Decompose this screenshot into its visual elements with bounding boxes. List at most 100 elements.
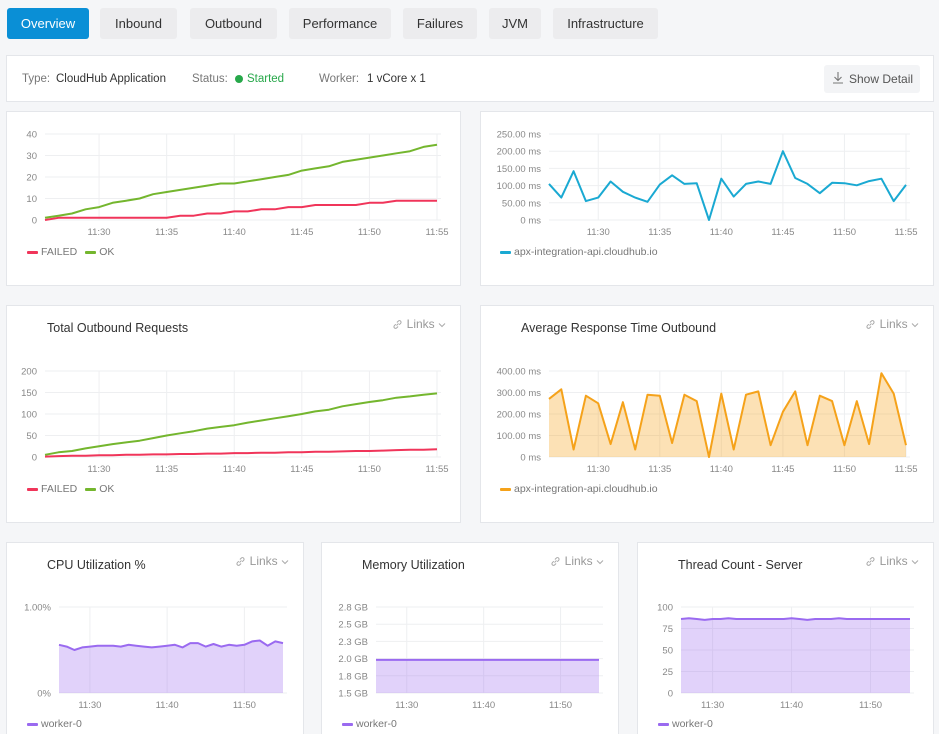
y-tick-label: 2.8 GB xyxy=(338,603,368,614)
legend-swatch xyxy=(658,722,669,726)
y-tick-label: 0 xyxy=(668,689,673,700)
x-tick-label: 11:55 xyxy=(425,227,448,238)
legend-item-worker[interactable]: worker-0 xyxy=(658,718,713,730)
legend-label: worker-0 xyxy=(41,718,82,730)
x-tick-label: 11:40 xyxy=(710,464,733,475)
y-tick-label: 2.3 GB xyxy=(338,637,368,648)
y-tick-label: 200.00 ms xyxy=(497,410,542,421)
x-tick-label: 11:40 xyxy=(223,227,246,238)
x-tick-label: 11:35 xyxy=(155,464,178,475)
legend-label: apx-integration-api.cloudhub.io xyxy=(514,483,658,495)
y-tick-label: 50.00 ms xyxy=(502,198,541,209)
y-tick-label: 0 ms xyxy=(520,216,541,227)
legend-item-api[interactable]: apx-integration-api.cloudhub.io xyxy=(500,246,658,258)
tab-inbound[interactable]: Inbound xyxy=(100,8,177,39)
tab-failures[interactable]: Failures xyxy=(403,8,477,39)
legend-item-api[interactable]: apx-integration-api.cloudhub.io xyxy=(500,483,658,495)
tab-jvm[interactable]: JVM xyxy=(489,8,541,39)
y-tick-label: 50 xyxy=(26,431,37,442)
legend-label: FAILED xyxy=(41,246,78,258)
x-tick-label: 11:30 xyxy=(701,700,724,711)
card-total-outbound-requests: Total Outbound Requests Links 0 50 100 150 2… xyxy=(6,305,461,523)
x-tick-label: 11:40 xyxy=(710,227,733,238)
cpu-legend: worker-0 xyxy=(27,718,86,730)
card-memory-utilization: Memory Utilization Links 1.5 GB 1.8 GB 2.0… xyxy=(321,542,619,734)
x-tick-label: 11:55 xyxy=(894,227,917,238)
y-tick-label: 2.5 GB xyxy=(338,620,368,631)
legend-label: OK xyxy=(99,483,115,495)
app-info-bar: Type: CloudHub Application Status: Start… xyxy=(6,55,934,102)
card-inbound-response-time: 0 ms 50.00 ms 100.00 ms 150.00 ms 200.00 ms 2… xyxy=(480,111,934,286)
tab-overview[interactable]: Overview xyxy=(7,8,89,39)
legend-item-ok[interactable]: OK xyxy=(85,483,114,495)
x-tick-label: 11:45 xyxy=(771,464,794,475)
x-tick-label: 11:50 xyxy=(233,700,256,711)
y-tick-label: 40 xyxy=(26,130,37,141)
y-tick-label: 100.00 ms xyxy=(497,181,542,192)
legend-swatch xyxy=(500,487,511,491)
card-inbound-requests: 0 10 20 30 40 11:30 11:35 11:40 11:45 11:50 11:55 … xyxy=(6,111,461,286)
x-tick-label: 11:50 xyxy=(833,227,856,238)
legend-item-ok[interactable]: OK xyxy=(85,246,114,258)
x-tick-label: 11:45 xyxy=(290,227,313,238)
y-tick-label: 0 xyxy=(32,453,37,464)
y-tick-label: 25 xyxy=(662,667,673,678)
legend-label: worker-0 xyxy=(672,718,713,730)
x-tick-label: 11:40 xyxy=(472,700,495,711)
show-detail-button[interactable]: Show Detail xyxy=(824,65,920,93)
x-tick-label: 11:50 xyxy=(859,700,882,711)
legend-label: FAILED xyxy=(41,483,78,495)
tab-infrastructure[interactable]: Infrastructure xyxy=(553,8,658,39)
y-tick-label: 0 ms xyxy=(520,453,541,464)
legend-item-failed[interactable]: FAILED xyxy=(27,246,77,258)
x-tick-label: 11:35 xyxy=(648,227,671,238)
inbound-response-time-chart: 0 ms 50.00 ms 100.00 ms 150.00 ms 200.00 ms 2… xyxy=(497,130,918,239)
x-tick-label: 11:30 xyxy=(88,464,111,475)
y-tick-label: 150 xyxy=(21,388,37,399)
series-area-worker-0 xyxy=(376,659,599,693)
y-tick-label: 2.0 GB xyxy=(338,654,368,665)
y-tick-label: 50 xyxy=(662,646,673,657)
inbound-response-time-legend: apx-integration-api.cloudhub.io xyxy=(500,246,662,258)
status-dot-icon xyxy=(235,75,243,83)
average-response-time-outbound-chart: 0 ms 100.00 ms 200.00 ms 300.00 ms 400.00 ms… xyxy=(497,367,918,476)
x-tick-label: 11:30 xyxy=(395,700,418,711)
legend-label: apx-integration-api.cloudhub.io xyxy=(514,246,658,258)
series-area-worker-0 xyxy=(681,618,910,693)
legend-label: OK xyxy=(99,246,115,258)
tab-outbound[interactable]: Outbound xyxy=(190,8,277,39)
show-detail-label: Show Detail xyxy=(849,72,914,86)
series-line-failed xyxy=(44,199,437,221)
x-tick-label: 11:40 xyxy=(156,700,179,711)
legend-label: worker-0 xyxy=(356,718,397,730)
x-tick-label: 11:50 xyxy=(358,464,381,475)
legend-item-worker[interactable]: worker-0 xyxy=(342,718,397,730)
y-tick-label: 30 xyxy=(26,151,37,162)
series-line-ok xyxy=(44,392,438,456)
type-label: Type: xyxy=(22,73,51,85)
x-tick-label: 11:50 xyxy=(549,700,572,711)
y-tick-label: 300.00 ms xyxy=(497,388,542,399)
y-tick-label: 250.00 ms xyxy=(497,130,542,141)
worker-label: Worker: xyxy=(319,73,360,85)
y-tick-label: 10 xyxy=(26,194,37,205)
y-tick-label: 400.00 ms xyxy=(497,367,542,378)
download-icon xyxy=(832,66,844,94)
thread-count-chart: 0 25 50 75 100 11:30 11:40 11:50 xyxy=(657,603,914,711)
card-average-response-time-outbound: Average Response Time Outbound Links 0 m… xyxy=(480,305,934,523)
x-tick-label: 11:45 xyxy=(290,464,313,475)
legend-swatch xyxy=(85,250,97,254)
x-tick-label: 11:30 xyxy=(587,464,610,475)
x-tick-label: 11:45 xyxy=(771,227,794,238)
legend-item-failed[interactable]: FAILED xyxy=(27,483,77,495)
total-outbound-legend: FAILED OK xyxy=(27,483,118,495)
type-value: CloudHub Application xyxy=(56,73,166,85)
x-tick-label: 11:55 xyxy=(894,464,917,475)
y-tick-label: 100 xyxy=(21,410,37,421)
y-tick-label: 100 xyxy=(657,603,673,614)
x-tick-label: 11:30 xyxy=(88,227,111,238)
y-tick-label: 200 xyxy=(21,367,37,378)
tab-performance[interactable]: Performance xyxy=(289,8,391,39)
legend-swatch xyxy=(500,250,511,254)
legend-item-worker[interactable]: worker-0 xyxy=(27,718,82,730)
